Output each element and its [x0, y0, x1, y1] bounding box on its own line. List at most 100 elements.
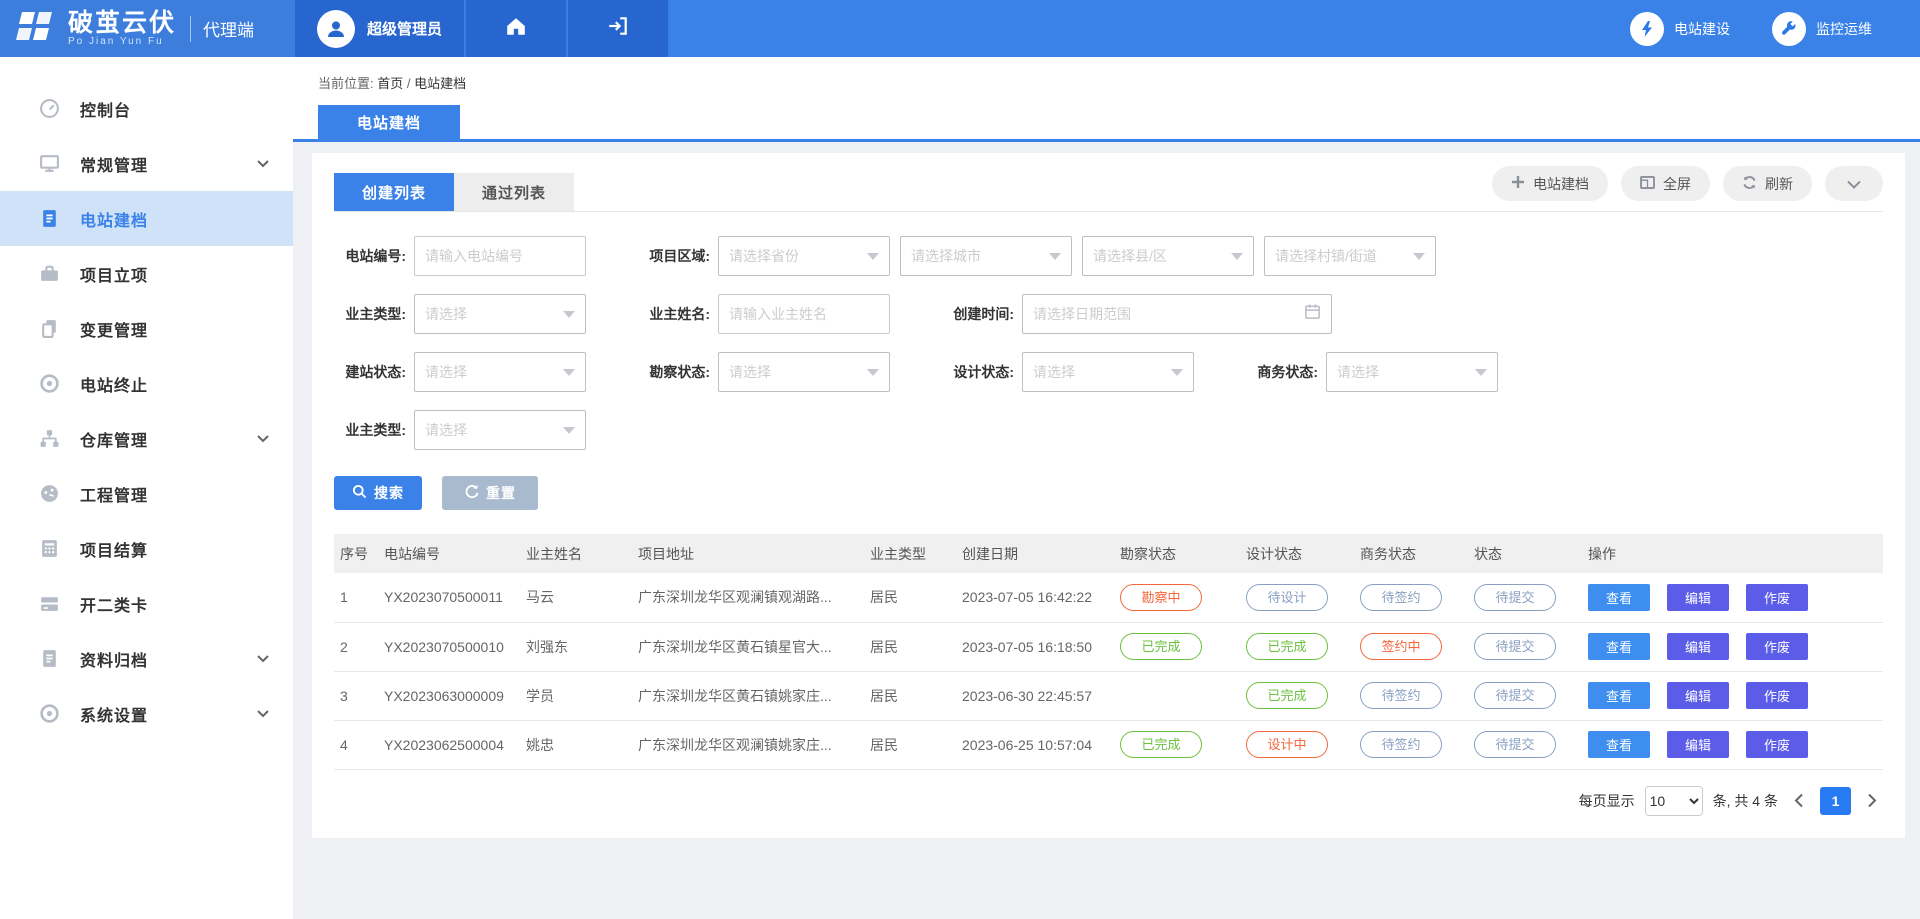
create-station-button[interactable]: 电站建档	[1492, 166, 1608, 201]
calculator-icon	[38, 538, 60, 560]
button-label: 重置	[486, 483, 516, 503]
owner-type-select-2[interactable]: 请选择	[414, 410, 586, 450]
col-address: 项目地址	[632, 534, 864, 573]
date-range-input[interactable]: 请选择日期范围	[1022, 294, 1332, 334]
cell-created: 2023-07-05 16:42:22	[956, 573, 1114, 622]
sidebar-item-project-settlement[interactable]: 项目结算	[0, 521, 293, 576]
prev-page-button[interactable]	[1788, 793, 1810, 808]
sidebar-item-open-class2-card[interactable]: 开二类卡	[0, 576, 293, 631]
reset-button[interactable]: 重置	[442, 476, 538, 510]
pagination: 每页显示 10 条, 共 4 条 1	[334, 786, 1883, 838]
search-button[interactable]: 搜索	[334, 476, 422, 510]
design-status-select[interactable]: 请选择	[1022, 352, 1194, 392]
owner-type-select[interactable]: 请选择	[414, 294, 586, 334]
sidebar-item-label: 仓库管理	[80, 427, 148, 451]
cell-created: 2023-06-25 10:57:04	[956, 720, 1114, 769]
edit-button[interactable]: 编辑	[1667, 731, 1729, 758]
logo-icon	[16, 8, 58, 49]
card-icon	[38, 593, 60, 615]
dropdown-arrow-icon	[1231, 253, 1243, 260]
sidebar-item-change-management[interactable]: 变更管理	[0, 301, 293, 356]
collapse-toolbar-button[interactable]	[1825, 166, 1883, 201]
select-placeholder: 请选择	[425, 420, 563, 440]
cell-seq: 4	[334, 720, 378, 769]
field-region: 项目区域: 请选择省份 请选择城市 请选择县/区 请选择村镇/街道	[638, 236, 1436, 276]
province-select[interactable]: 请选择省份	[718, 236, 890, 276]
fullscreen-icon	[1640, 176, 1655, 192]
status-badge: 已完成	[1120, 731, 1202, 758]
user-name: 超级管理员	[367, 18, 442, 39]
sidebar-item-warehouse-management[interactable]: 仓库管理	[0, 411, 293, 466]
cell-owner: 刘强东	[520, 622, 632, 671]
sidebar-item-console[interactable]: 控制台	[0, 81, 293, 136]
dropdown-arrow-icon	[1475, 369, 1487, 376]
breadcrumb-home[interactable]: 首页	[377, 76, 403, 91]
void-button[interactable]: 作废	[1746, 584, 1808, 611]
view-button[interactable]: 查看	[1588, 731, 1650, 758]
town-select[interactable]: 请选择村镇/街道	[1264, 236, 1436, 276]
user-menu[interactable]: 超级管理员	[293, 0, 464, 57]
nav-monitoring-ops[interactable]: 监控运维	[1772, 12, 1872, 46]
status-badge: 勘察中	[1120, 584, 1202, 611]
fullscreen-button[interactable]: 全屏	[1621, 166, 1710, 201]
status-badge: 待签约	[1360, 584, 1442, 611]
view-button[interactable]: 查看	[1588, 633, 1650, 660]
page-header: 当前位置: 首页 / 电站建档 电站建档	[293, 57, 1920, 142]
page-number-button[interactable]: 1	[1820, 787, 1851, 815]
sidebar-item-system-settings[interactable]: 系统设置	[0, 686, 293, 741]
cell-seq: 1	[334, 573, 378, 622]
target-icon	[38, 373, 60, 395]
survey-status-select[interactable]: 请选择	[718, 352, 890, 392]
build-status-select[interactable]: 请选择	[414, 352, 586, 392]
sidebar-item-engineering-management[interactable]: 工程管理	[0, 466, 293, 521]
total-count-label: 条, 共 4 条	[1713, 791, 1778, 811]
per-page-select[interactable]: 10	[1645, 786, 1703, 816]
cell-station-no: YX2023062500004	[378, 720, 520, 769]
sidebar-item-label: 项目立项	[80, 262, 148, 286]
tab-passed-list[interactable]: 通过列表	[454, 173, 574, 211]
status-badge: 签约中	[1360, 633, 1442, 660]
sidebar-item-label: 开二类卡	[80, 592, 148, 616]
calendar-icon	[1304, 303, 1321, 325]
select-placeholder: 请选择	[425, 304, 563, 324]
nav-station-construction[interactable]: 电站建设	[1630, 12, 1730, 46]
breadcrumb-prefix: 当前位置:	[318, 76, 374, 91]
sidebar-item-general-management[interactable]: 常规管理	[0, 136, 293, 191]
edit-button[interactable]: 编辑	[1667, 584, 1729, 611]
edit-button[interactable]: 编辑	[1667, 633, 1729, 660]
select-placeholder: 请选择	[1337, 362, 1475, 382]
logout-button[interactable]	[566, 0, 668, 57]
refresh-button[interactable]: 刷新	[1723, 166, 1812, 201]
void-button[interactable]: 作废	[1746, 633, 1808, 660]
void-button[interactable]: 作废	[1746, 682, 1808, 709]
monitor-icon	[38, 153, 60, 175]
sidebar-item-project-initiation[interactable]: 项目立项	[0, 246, 293, 301]
field-label: 设计状态:	[942, 362, 1014, 382]
sidebar-item-station-filing[interactable]: 电站建档	[0, 191, 293, 246]
col-seq: 序号	[334, 534, 378, 573]
county-select[interactable]: 请选择县/区	[1082, 236, 1254, 276]
sidebar-item-station-termination[interactable]: 电站终止	[0, 356, 293, 411]
cell-seq: 3	[334, 671, 378, 720]
page-tab-station-filing[interactable]: 电站建档	[318, 105, 460, 139]
city-select[interactable]: 请选择城市	[900, 236, 1072, 276]
owner-name-input[interactable]	[718, 294, 890, 334]
business-status-select[interactable]: 请选择	[1326, 352, 1498, 392]
home-button[interactable]	[464, 0, 566, 57]
view-button[interactable]: 查看	[1588, 682, 1650, 709]
select-placeholder: 请选择	[729, 362, 867, 382]
field-label: 创建时间:	[942, 304, 1014, 324]
field-label: 勘察状态:	[638, 362, 710, 382]
edit-button[interactable]: 编辑	[1667, 682, 1729, 709]
void-button[interactable]: 作废	[1746, 731, 1808, 758]
sidebar-item-data-archive[interactable]: 资料归档	[0, 631, 293, 686]
wrench-icon	[1772, 12, 1806, 46]
station-no-input[interactable]	[414, 236, 586, 276]
dropdown-arrow-icon	[867, 253, 879, 260]
divider	[190, 16, 191, 42]
cell-owner-type: 居民	[864, 622, 956, 671]
tab-created-list[interactable]: 创建列表	[334, 173, 454, 211]
next-page-button[interactable]	[1861, 793, 1883, 808]
select-placeholder: 请选择省份	[729, 246, 867, 266]
view-button[interactable]: 查看	[1588, 584, 1650, 611]
